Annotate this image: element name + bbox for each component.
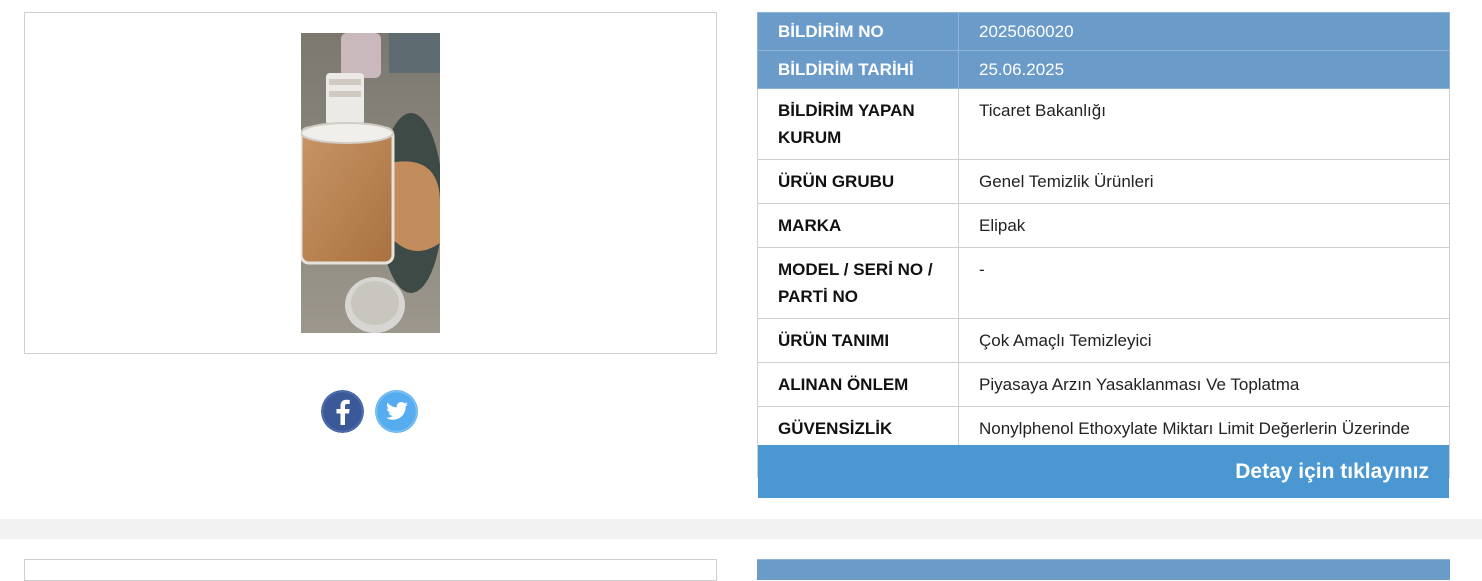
product-photo-frame (24, 12, 717, 354)
next-product-photo-frame (24, 559, 717, 581)
notice-row-label: ALINAN ÖNLEM (757, 362, 959, 407)
notice-row-value: Ticaret Bakanlığı (958, 88, 1450, 160)
notice-row-label: MODEL / SERİ NO / PARTİ NO (757, 247, 959, 319)
notice-row-value: - (958, 247, 1450, 319)
notice-row-value: Elipak (958, 203, 1450, 248)
notice-row: ÜRÜN GRUBU Genel Temizlik Ürünleri (757, 159, 1450, 204)
notice-row-value: 2025060020 (958, 12, 1450, 51)
facebook-icon (321, 390, 364, 433)
notice-row: MARKA Elipak (757, 203, 1450, 248)
notice-row: BİLDİRİM YAPAN KURUM Ticaret Bakanlığı (757, 88, 1450, 160)
notice-row-label: ÜRÜN GRUBU (757, 159, 959, 204)
notice-row-label: MARKA (757, 203, 959, 248)
notice-row-value: 25.06.2025 (958, 50, 1450, 89)
next-notice-table-header (757, 559, 1450, 580)
product-photo[interactable] (301, 33, 440, 333)
detail-button[interactable]: Detay için tıklayınız (758, 445, 1449, 498)
notice-row: MODEL / SERİ NO / PARTİ NO - (757, 247, 1450, 319)
notice-info-rows: BİLDİRİM NO 2025060020 BİLDİRİM TARİHİ 25.0… (757, 12, 1450, 478)
twitter-icon (375, 390, 418, 433)
notice-info-table: BİLDİRİM NO 2025060020 BİLDİRİM TARİHİ 25.0… (757, 12, 1450, 478)
notice-row: ÜRÜN TANIMI Çok Amaçlı Temizleyici (757, 318, 1450, 363)
notice-row-value: Genel Temizlik Ürünleri (958, 159, 1450, 204)
notice-row-label: BİLDİRİM TARİHİ (757, 50, 959, 89)
notice-row-value: Piyasaya Arzın Yasaklanması Ve Toplatma (958, 362, 1450, 407)
product-notice-card: BİLDİRİM NO 2025060020 BİLDİRİM TARİHİ 25.0… (0, 0, 1482, 519)
product-photo-image (301, 33, 440, 333)
notice-row-label: BİLDİRİM NO (757, 12, 959, 51)
notice-row: BİLDİRİM NO 2025060020 (757, 12, 1450, 51)
notice-row-label: BİLDİRİM YAPAN KURUM (757, 88, 959, 160)
card-separator (0, 519, 1482, 539)
notice-row-label: ÜRÜN TANIMI (757, 318, 959, 363)
notice-row: ALINAN ÖNLEM Piyasaya Arzın Yasaklanması … (757, 362, 1450, 407)
facebook-share-button[interactable] (321, 390, 364, 433)
twitter-share-button[interactable] (375, 390, 418, 433)
notice-row-value: Çok Amaçlı Temizleyici (958, 318, 1450, 363)
notice-row: BİLDİRİM TARİHİ 25.06.2025 (757, 50, 1450, 89)
